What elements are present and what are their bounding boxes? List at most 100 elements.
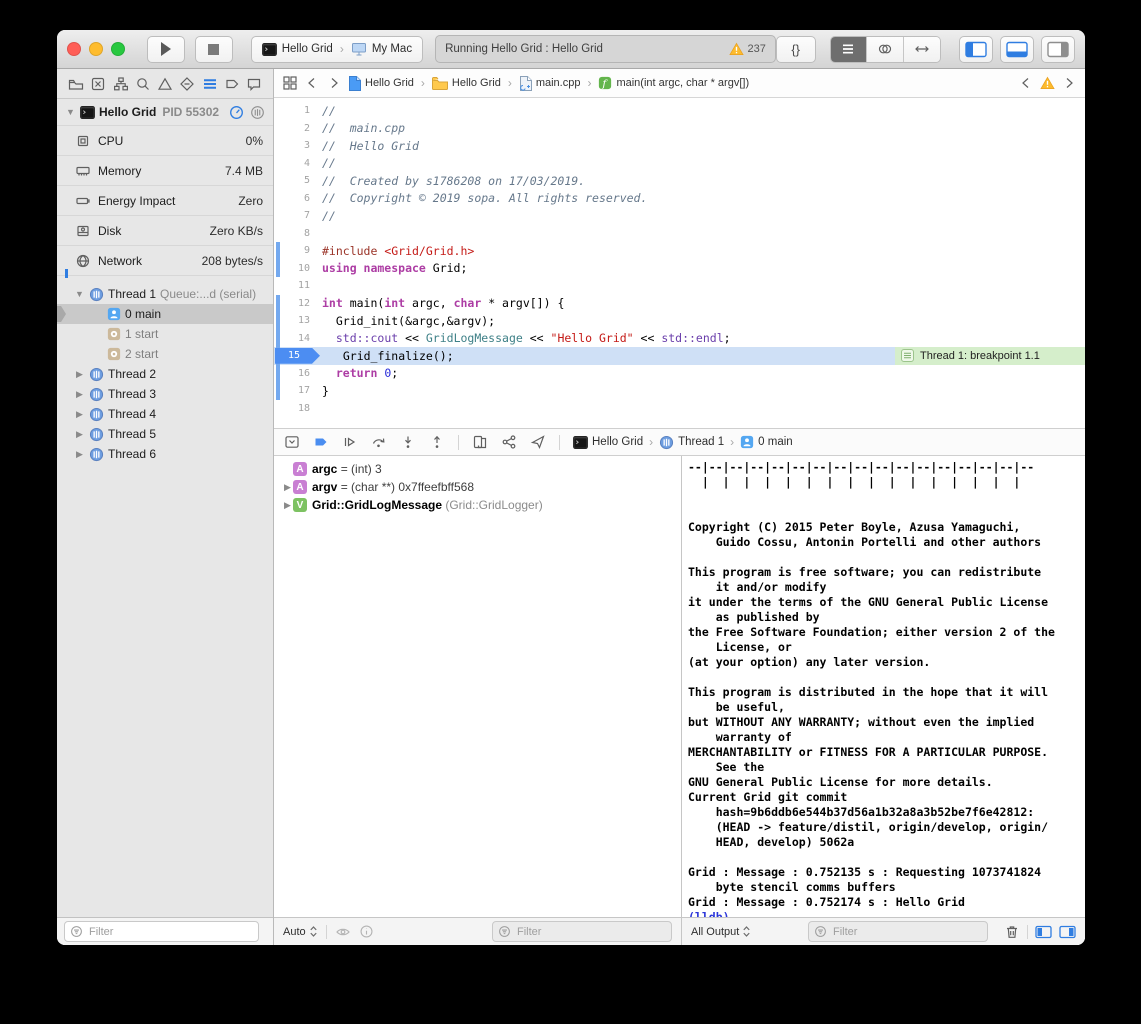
code-line[interactable]: 6// Copyright © 2019 sopa. All rights re… (274, 190, 1085, 208)
assistant-editor-button[interactable] (867, 37, 904, 62)
disclosure-triangle-icon[interactable]: ▶ (74, 389, 85, 400)
console-filter-field[interactable] (808, 921, 988, 942)
code-line[interactable]: 1// (274, 102, 1085, 120)
navigator-tab-report[interactable] (244, 74, 264, 94)
line-number[interactable]: 7 (274, 210, 322, 221)
pause-process-button[interactable] (229, 105, 244, 120)
code-line[interactable]: 13 Grid_init(&argc,&argv); (274, 312, 1085, 330)
disclosure-triangle-icon[interactable]: ▼ (65, 107, 76, 117)
code-line[interactable]: 5// Created by s1786208 on 17/03/2019. (274, 172, 1085, 190)
line-number[interactable]: 17 (274, 385, 322, 396)
navigator-filter-input[interactable] (87, 925, 253, 939)
navigator-tab-debug[interactable] (200, 74, 220, 94)
stack-frame-row[interactable]: 1 start (57, 324, 273, 344)
line-number[interactable]: 3 (274, 140, 322, 151)
line-number[interactable]: 16 (274, 368, 322, 379)
continue-button[interactable] (342, 434, 358, 450)
line-number[interactable]: 12 (274, 298, 322, 309)
view-hierarchy-button[interactable] (472, 434, 488, 450)
thread-row[interactable]: ▶Thread 6 (57, 444, 273, 464)
disclosure-triangle-icon[interactable]: ▶ (74, 409, 85, 420)
library-button[interactable]: {} (776, 36, 816, 63)
debug-panel-toggle[interactable] (1000, 36, 1034, 63)
code-line[interactable]: 11 (274, 277, 1085, 295)
gauge-cpu[interactable]: CPU0% (57, 126, 273, 156)
disclosure-triangle-icon[interactable]: ▼ (74, 289, 85, 299)
navigator-tab-source-control[interactable] (88, 74, 108, 94)
breakpoints-toggle-button[interactable] (313, 434, 329, 450)
variables-scope-popup[interactable]: Auto (283, 925, 318, 938)
debug-crumb-label[interactable]: 0 main (758, 436, 793, 448)
navigator-tab-project[interactable] (66, 74, 86, 94)
line-number[interactable]: 8 (274, 228, 322, 239)
run-button[interactable] (147, 36, 185, 63)
line-number[interactable]: 6 (274, 193, 322, 204)
gauge-network[interactable]: Network208 bytes/s (57, 246, 273, 276)
debug-crumb-label[interactable]: Hello Grid (592, 436, 643, 448)
navigator-tab-issue[interactable] (155, 74, 175, 94)
navigator-filter-field[interactable] (64, 921, 259, 942)
toggle-variables-pane-button[interactable] (1035, 925, 1052, 939)
code-line[interactable]: 17} (274, 382, 1085, 400)
line-number[interactable]: 18 (274, 403, 322, 414)
breakpoint-annotation[interactable]: Thread 1: breakpoint 1.1 (895, 347, 1085, 365)
activity-viewer[interactable]: Running Hello Grid : Hello Grid 237 (435, 35, 776, 63)
line-number[interactable]: 2 (274, 123, 322, 134)
thread-row[interactable]: ▶Thread 4 (57, 404, 273, 424)
disclosure-triangle-icon[interactable]: ▶ (282, 500, 293, 511)
toggle-console-pane-button[interactable] (1059, 925, 1076, 939)
code-line[interactable]: 15 Grid_finalize();Thread 1: breakpoint … (274, 347, 1085, 365)
code-line[interactable]: 8 (274, 225, 1085, 243)
zoom-button[interactable] (111, 42, 125, 56)
code-line[interactable]: 4// (274, 155, 1085, 173)
code-line[interactable]: 12int main(int argc, char * argv[]) { (274, 295, 1085, 313)
memory-graph-button[interactable] (501, 434, 517, 450)
view-mode-button[interactable] (250, 105, 265, 120)
trash-icon[interactable] (1004, 924, 1020, 940)
thread-row[interactable]: ▶Thread 5 (57, 424, 273, 444)
variables-filter-input[interactable] (515, 925, 666, 939)
stack-frame-row[interactable]: 0 main (57, 304, 273, 324)
source-editor[interactable]: 1//2// main.cpp3// Hello Grid4//5// Crea… (274, 98, 1085, 428)
gauge-energy-impact[interactable]: Energy ImpactZero (57, 186, 273, 216)
variable-row[interactable]: ▶VGrid::GridLogMessage (Grid::GridLogger… (274, 496, 681, 514)
breakpoint-indicator[interactable]: 15 (275, 348, 320, 364)
navigator-panel-toggle[interactable] (959, 36, 993, 63)
code-line[interactable]: 14 std::cout << GridLogMessage << "Hello… (274, 330, 1085, 348)
version-editor-button[interactable] (904, 37, 940, 62)
thread-row[interactable]: ▶Thread 3 (57, 384, 273, 404)
process-row[interactable]: ▼ Hello Grid PID 55302 (57, 99, 273, 126)
disclosure-triangle-icon[interactable]: ▶ (74, 369, 85, 380)
thread-row[interactable]: ▼Thread 1Queue:...d (serial) (57, 284, 273, 304)
code-line[interactable]: 3// Hello Grid (274, 137, 1085, 155)
console-output[interactable]: --|--|--|--|--|--|--|--|--|--|--|--|--|-… (682, 456, 1085, 917)
jumpbar-crumb[interactable]: Hello Grid (432, 77, 501, 90)
line-number[interactable]: 11 (274, 280, 322, 291)
variable-row[interactable]: Aargc = (int) 3 (274, 460, 681, 478)
navigator-tab-test[interactable] (177, 74, 197, 94)
inspector-panel-toggle[interactable] (1041, 36, 1075, 63)
quicklook-eye-icon[interactable] (335, 924, 351, 940)
code-line[interactable]: 9#include <Grid/Grid.h> (274, 242, 1085, 260)
line-number[interactable]: 14 (274, 333, 322, 344)
minimize-button[interactable] (89, 42, 103, 56)
line-number[interactable]: 13 (274, 315, 322, 326)
step-out-button[interactable] (429, 434, 445, 450)
line-number[interactable]: 10 (274, 263, 322, 274)
code-line[interactable]: 10using namespace Grid; (274, 260, 1085, 278)
navigator-tab-symbol[interactable] (111, 74, 131, 94)
variable-row[interactable]: ▶Aargv = (char **) 0x7ffeefbff568 (274, 478, 681, 496)
scheme-selector[interactable]: Hello Grid › My Mac (251, 36, 423, 63)
step-over-button[interactable] (371, 434, 387, 450)
stack-frame-row[interactable]: 2 start (57, 344, 273, 364)
disclosure-triangle-icon[interactable]: ▶ (74, 429, 85, 440)
simulate-location-button[interactable] (530, 434, 546, 450)
disclosure-triangle-icon[interactable]: ▶ (74, 449, 85, 460)
line-number[interactable]: 4 (274, 158, 322, 169)
related-items-icon[interactable] (282, 75, 298, 91)
disclosure-triangle-icon[interactable]: ▶ (282, 482, 293, 493)
gauge-memory[interactable]: Memory7.4 MB (57, 156, 273, 186)
line-number[interactable]: 5 (274, 175, 322, 186)
code-line[interactable]: 2// main.cpp (274, 120, 1085, 138)
jumpbar-crumb[interactable]: Hello Grid (348, 76, 414, 91)
